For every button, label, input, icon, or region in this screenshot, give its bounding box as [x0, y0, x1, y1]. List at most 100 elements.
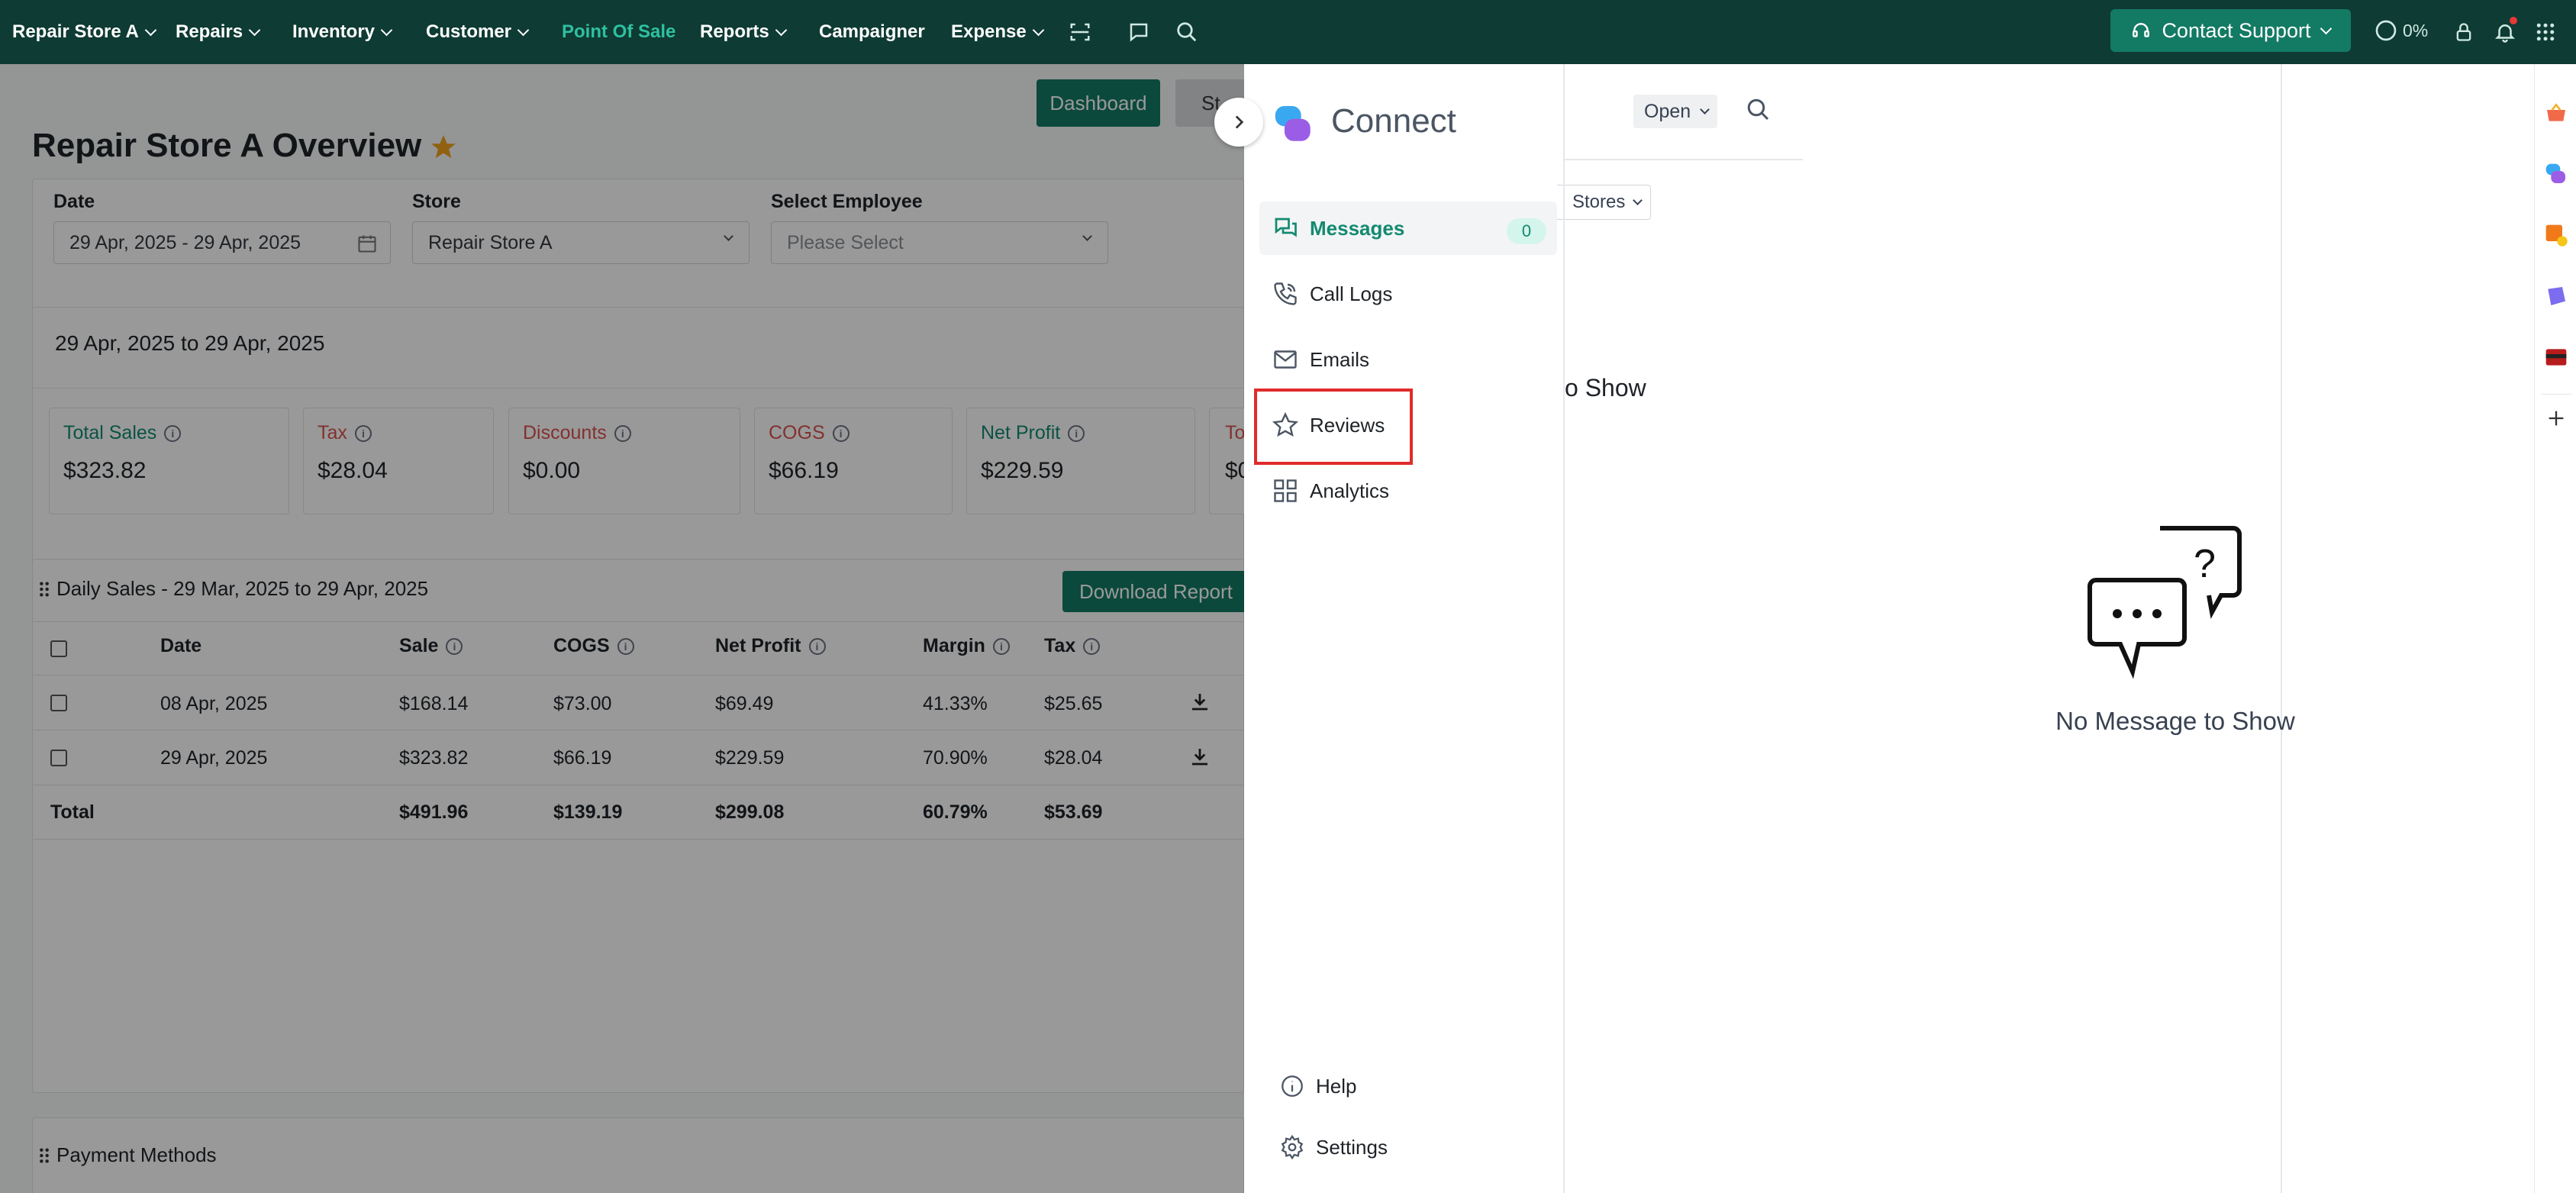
gear-icon — [1279, 1134, 1305, 1160]
payment-methods-header: Payment Methods — [38, 1143, 217, 1167]
nav-inventory[interactable]: Inventory — [292, 0, 393, 64]
basket-app-icon[interactable] — [2544, 101, 2568, 125]
date-range-input[interactable]: 29 Apr, 2025 - 29 Apr, 2025 — [53, 221, 391, 264]
bell-icon[interactable] — [2490, 17, 2520, 47]
stat-discounts: Discounts i $0.00 — [508, 408, 740, 514]
menu-emails[interactable]: Emails — [1259, 333, 1557, 386]
progress-ring-icon — [2374, 18, 2398, 43]
menu-messages[interactable]: Messages 0 — [1259, 202, 1557, 255]
contact-support-button[interactable]: Contact Support — [2110, 9, 2351, 52]
col-sale-label: Sale — [399, 635, 439, 656]
progress-indicator[interactable]: 0% — [2374, 18, 2428, 43]
nav-store-selector[interactable]: Repair Store A — [12, 0, 157, 64]
total-sale: $491.96 — [399, 801, 469, 823]
info-circle-icon — [1279, 1073, 1305, 1099]
info-icon[interactable]: i — [617, 637, 634, 655]
right-app-rail — [2534, 64, 2576, 1193]
menu-settings[interactable]: Settings — [1267, 1120, 1565, 1174]
purple-app-icon[interactable] — [2544, 284, 2568, 308]
plus-icon[interactable] — [2545, 408, 2567, 429]
info-icon[interactable]: i — [992, 637, 1010, 655]
menu-call-logs-label: Call Logs — [1310, 282, 1393, 305]
chevron-down-icon — [775, 24, 787, 36]
chevron-down-icon — [1082, 231, 1092, 241]
stat-value: $66.19 — [769, 458, 839, 483]
menu-analytics[interactable]: Analytics — [1259, 464, 1557, 518]
info-icon[interactable]: i — [1068, 424, 1085, 442]
nav-campaigner[interactable]: Campaigner — [819, 0, 925, 64]
chat-icon[interactable] — [1124, 17, 1154, 47]
info-icon[interactable]: i — [446, 637, 463, 655]
payment-methods-title: Payment Methods — [56, 1143, 217, 1166]
search-icon[interactable] — [1745, 96, 1772, 124]
total-margin: 60.79% — [923, 801, 988, 823]
empty-list-text: o Show — [1552, 374, 1646, 402]
download-report-button[interactable]: Download Report — [1062, 571, 1246, 612]
drag-handle-icon[interactable] — [38, 1147, 50, 1164]
nav-point-of-sale[interactable]: Point Of Sale — [562, 0, 675, 64]
drag-handle-icon[interactable] — [38, 581, 50, 598]
total-tax: $53.69 — [1044, 801, 1103, 823]
divider — [34, 839, 1244, 840]
status-filter-dropdown[interactable]: Open — [1633, 95, 1718, 128]
select-all-checkbox[interactable] — [50, 640, 67, 657]
orange-app-icon[interactable] — [2544, 223, 2568, 247]
nav-repairs[interactable]: Repairs — [176, 0, 261, 64]
divider — [34, 621, 1244, 622]
menu-messages-label: Messages — [1310, 216, 1405, 240]
row-checkbox[interactable] — [50, 750, 67, 766]
col-cogs[interactable]: COGS i — [553, 635, 634, 657]
cell-margin: 41.33% — [923, 693, 988, 714]
store-filter-label: Store — [412, 191, 461, 212]
card-app-icon[interactable] — [2544, 345, 2568, 369]
chevron-down-icon — [1633, 195, 1643, 205]
employee-select[interactable]: Please Select — [771, 221, 1108, 264]
cell-net-profit: $69.49 — [715, 693, 774, 714]
scan-icon[interactable] — [1065, 17, 1095, 47]
stores-filter-dropdown[interactable]: Stores — [1557, 185, 1652, 220]
col-sale[interactable]: Sale i — [399, 635, 463, 657]
connect-title: Connect — [1331, 102, 1456, 140]
date-range-text: 29 Apr, 2025 to 29 Apr, 2025 — [55, 331, 325, 355]
menu-help-label: Help — [1316, 1074, 1357, 1098]
progress-label: 0% — [2403, 20, 2429, 40]
col-tax-label: Tax — [1044, 635, 1076, 656]
chevron-down-icon — [2320, 22, 2332, 34]
star-favorite-icon[interactable] — [429, 133, 458, 162]
chevron-down-icon — [248, 24, 261, 36]
messages-icon — [1272, 214, 1299, 242]
nav-reports[interactable]: Reports — [700, 0, 787, 64]
store-select[interactable]: Repair Store A — [412, 221, 750, 264]
info-icon[interactable]: i — [808, 637, 826, 655]
nav-expense[interactable]: Expense — [951, 0, 1044, 64]
download-icon[interactable] — [1188, 745, 1211, 768]
col-net-profit-label: Net Profit — [715, 635, 801, 656]
total-net-profit: $299.08 — [715, 801, 785, 823]
col-margin[interactable]: Margin i — [923, 635, 1010, 657]
collapse-panel-button[interactable] — [1214, 98, 1263, 147]
col-tax[interactable]: Tax i — [1044, 635, 1101, 657]
col-margin-label: Margin — [923, 635, 985, 656]
menu-help[interactable]: Help — [1267, 1059, 1565, 1113]
menu-call-logs[interactable]: Call Logs — [1259, 267, 1557, 321]
stat-net-profit: Net Profit i $229.59 — [966, 408, 1195, 514]
cell-margin: 70.90% — [923, 747, 988, 769]
info-icon[interactable]: i — [614, 424, 631, 442]
col-net-profit[interactable]: Net Profit i — [715, 635, 826, 657]
info-icon[interactable]: i — [354, 424, 372, 442]
download-icon[interactable] — [1188, 690, 1211, 713]
apps-grid-icon[interactable] — [2530, 17, 2561, 47]
info-icon[interactable]: i — [164, 424, 182, 442]
daily-sales-title: Daily Sales - 29 Mar, 2025 to 29 Apr, 20… — [56, 577, 429, 600]
lock-icon[interactable] — [2449, 17, 2479, 47]
connect-app-icon[interactable] — [2544, 162, 2568, 186]
info-icon[interactable]: i — [832, 424, 850, 442]
col-date[interactable]: Date — [160, 635, 202, 657]
nav-customer[interactable]: Customer — [426, 0, 530, 64]
dashboard-page: Dashboard St Repair Store A Overview Dat… — [0, 64, 1267, 1193]
row-checkbox[interactable] — [50, 695, 67, 711]
search-icon[interactable] — [1172, 17, 1202, 47]
info-icon[interactable]: i — [1083, 637, 1101, 655]
dashboard-button[interactable]: Dashboard — [1037, 79, 1160, 127]
headset-icon — [2131, 21, 2151, 40]
